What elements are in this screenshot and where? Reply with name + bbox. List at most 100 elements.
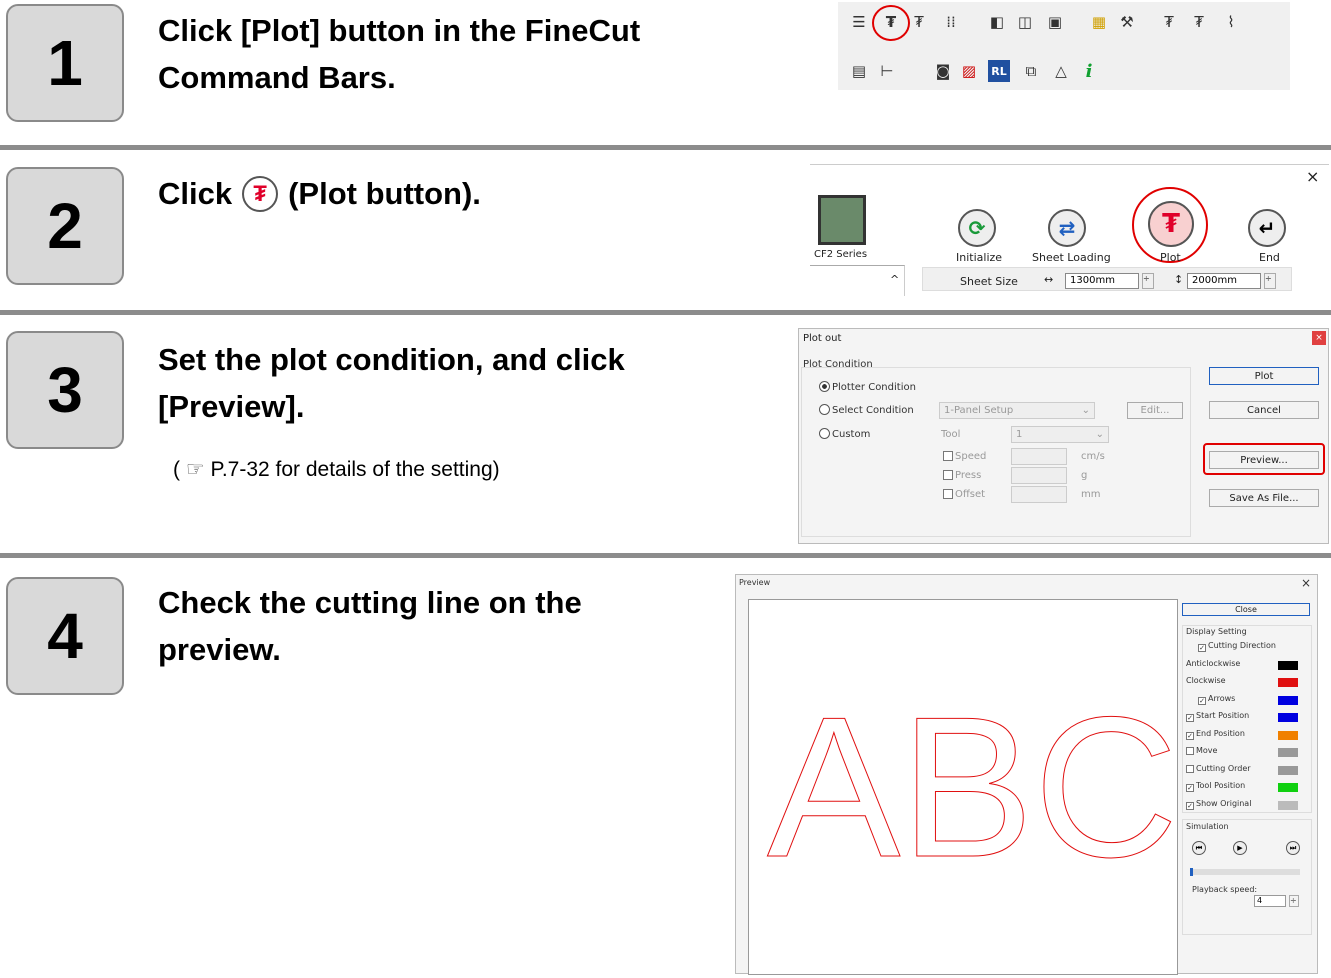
frame-icon[interactable]: ▣	[1044, 11, 1066, 33]
checkbox[interactable]: ✓	[1198, 696, 1206, 705]
step-3-line-1: Set the plot condition, and click	[158, 342, 625, 377]
forward-button[interactable]: ⏭	[1286, 841, 1300, 855]
fill-icon[interactable]: ▦	[1088, 11, 1110, 33]
radio-select-condition[interactable]: Select Condition	[819, 404, 914, 416]
offset-input[interactable]	[1011, 486, 1067, 503]
plot-table-icon[interactable]: ▤	[848, 60, 870, 82]
display-setting-label: End Position	[1196, 728, 1245, 738]
radio-plotter-condition[interactable]: Plotter Condition	[819, 381, 916, 393]
display-setting-label: Tool Position	[1196, 781, 1246, 790]
press-checkbox[interactable]: Press	[943, 470, 981, 481]
close-icon[interactable]: ×	[1306, 167, 1319, 186]
color-swatch	[1278, 765, 1298, 775]
display-setting-item[interactable]: ✓ Tool Position	[1186, 781, 1245, 792]
display-setting-item[interactable]: ✓ Cutting Direction	[1198, 641, 1276, 652]
preview-highlight	[1203, 443, 1325, 475]
plot-list-icon[interactable]: ₮	[1188, 11, 1210, 33]
checkbox[interactable]: ✓	[1186, 714, 1194, 722]
curve-icon[interactable]: ⌇	[1220, 11, 1242, 33]
display-setting-item[interactable]: Move	[1186, 746, 1217, 755]
outline-icon[interactable]: ◫	[1014, 11, 1036, 33]
sheet-size-label: Sheet Size	[960, 275, 1018, 288]
copy-icon[interactable]: ⧉	[1020, 60, 1042, 82]
display-setting-item[interactable]: ✓ Arrows	[1198, 694, 1235, 705]
step-4-number: 4	[6, 577, 124, 695]
width-spinner[interactable]: ÷	[1142, 273, 1154, 289]
end-button[interactable]: ↵	[1248, 209, 1286, 247]
playback-speed-input[interactable]: 4	[1254, 895, 1286, 907]
separator-2	[0, 310, 1331, 315]
display-setting-item[interactable]: ✓ Show Original	[1186, 799, 1251, 810]
display-setting-label: Display Setting	[1186, 627, 1247, 636]
step-1-line-2: Command Bars.	[158, 60, 396, 95]
display-setting-label: Cutting Order	[1196, 763, 1251, 773]
height-spinner[interactable]: ÷	[1264, 273, 1276, 289]
speed-checkbox[interactable]: Speed	[943, 451, 986, 462]
display-setting-label: Arrows	[1208, 693, 1236, 703]
layer-icon[interactable]: ◧	[986, 11, 1008, 33]
plot-branch-icon[interactable]: ⊢	[876, 60, 898, 82]
reference-icon: ☞	[185, 458, 205, 481]
save-as-file-button[interactable]: Save As File...	[1209, 489, 1319, 507]
list-icon[interactable]: ☰	[848, 11, 870, 33]
play-button[interactable]: ▶	[1233, 841, 1247, 855]
simulation-group	[1182, 819, 1312, 935]
plot-select-icon[interactable]: ₮	[908, 11, 930, 33]
press-input[interactable]	[1011, 467, 1067, 484]
mark-icon[interactable]: ◙	[932, 60, 954, 82]
display-setting-item[interactable]: ✓ Start Position	[1186, 711, 1249, 722]
close-icon[interactable]: ×	[1301, 576, 1311, 590]
plot-label: Plot	[1160, 251, 1181, 264]
speed-input[interactable]	[1011, 448, 1067, 465]
step-2-text: Click ₮ (Plot button).	[158, 170, 481, 217]
tool-label: Tool	[941, 429, 961, 440]
triangle-icon[interactable]: △	[1050, 60, 1072, 82]
playback-spinner[interactable]: ÷	[1289, 895, 1299, 907]
radio-custom[interactable]: Custom	[819, 428, 870, 440]
width-input[interactable]: 1300mm	[1065, 273, 1139, 289]
checkbox[interactable]: ✓	[1198, 644, 1206, 652]
color-swatch	[1278, 678, 1298, 687]
plot-segment-icon[interactable]: ₮	[1158, 11, 1180, 33]
close-button[interactable]: Close	[1182, 603, 1310, 616]
simulation-slider[interactable]	[1190, 868, 1300, 876]
letters-outline: ABC	[767, 676, 1178, 899]
info-icon[interactable]: i	[1078, 60, 1100, 82]
chevron-up-icon[interactable]: ^	[890, 273, 899, 286]
checkbox[interactable]	[1186, 747, 1194, 755]
close-icon[interactable]: ×	[1312, 331, 1326, 345]
checkbox[interactable]: ✓	[1186, 731, 1194, 740]
offset-checkbox[interactable]: Offset	[943, 489, 985, 500]
separator-3	[0, 553, 1331, 558]
sheet-loading-button[interactable]: ⇄	[1048, 209, 1086, 247]
preview-window: Preview × ABC Close Display Setting Simu…	[735, 574, 1318, 975]
color-swatch	[1278, 783, 1298, 792]
note-open-paren: (	[173, 458, 180, 481]
height-input[interactable]: 2000mm	[1187, 273, 1261, 289]
simulation-label: Simulation	[1186, 822, 1229, 831]
color-swatch	[1278, 748, 1298, 757]
separator-1	[0, 145, 1331, 150]
cancel-button[interactable]: Cancel	[1209, 401, 1319, 419]
step-2-rest: (Plot button).	[288, 176, 481, 211]
rl-icon[interactable]: RL	[988, 60, 1010, 82]
tool-icon[interactable]: ⚒	[1116, 11, 1138, 33]
checkbox[interactable]: ✓	[1186, 784, 1194, 792]
mark-delete-icon[interactable]: ▨	[958, 60, 980, 82]
height-arrow-icon: ↕	[1174, 273, 1184, 286]
plot-button[interactable]: Plot	[1209, 367, 1319, 385]
width-arrow-icon: ↔	[1044, 273, 1054, 286]
display-setting-label: Show Original	[1196, 798, 1252, 808]
display-setting-item[interactable]: ✓ End Position	[1186, 729, 1245, 740]
display-setting-item[interactable]: Cutting Order	[1186, 764, 1251, 773]
tool-select[interactable]: 1 ⌄	[1011, 426, 1109, 443]
rewind-button[interactable]: ⏮	[1192, 841, 1206, 855]
playback-speed-label: Playback speed:	[1192, 885, 1258, 894]
checkbox[interactable]	[1186, 764, 1194, 773]
checkbox[interactable]: ✓	[1186, 801, 1194, 810]
initialize-button[interactable]: ⟳	[958, 209, 996, 247]
condition-select[interactable]: 1-Panel Setup ⌄	[939, 402, 1095, 419]
edit-button[interactable]: Edit...	[1127, 402, 1183, 419]
color-swatch	[1278, 713, 1298, 722]
register-marks-icon[interactable]: ⁞⁞	[940, 11, 962, 33]
